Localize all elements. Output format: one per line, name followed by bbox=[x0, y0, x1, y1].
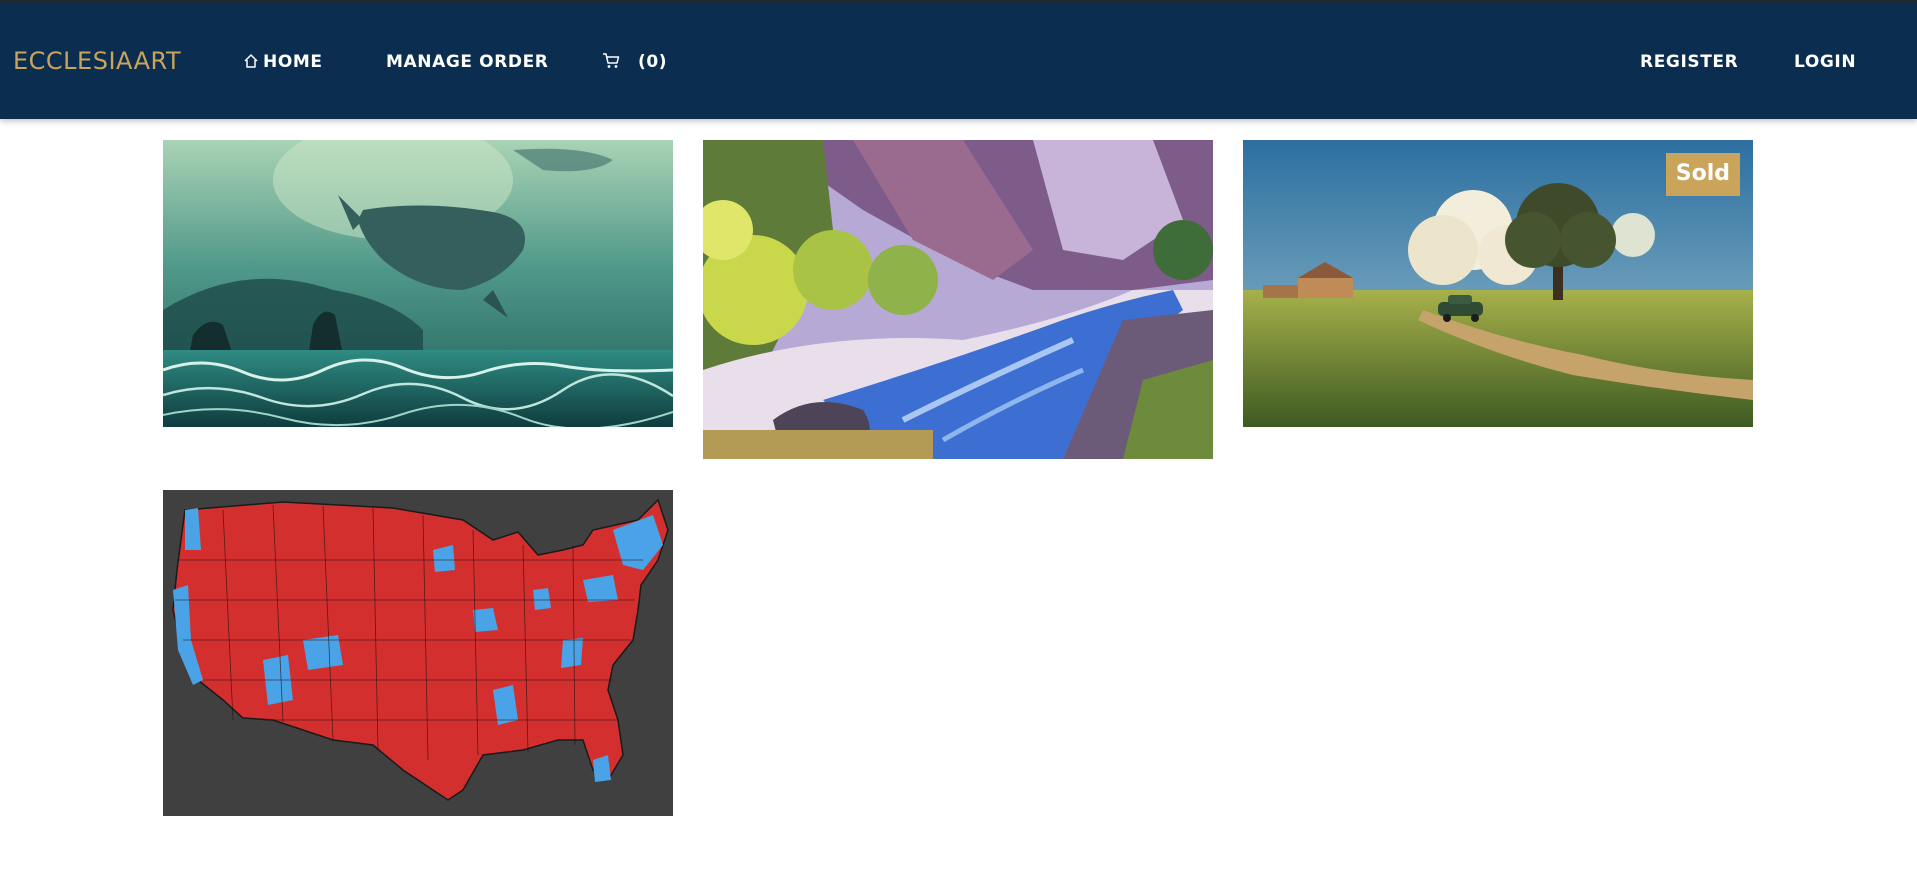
cart-count: (0) bbox=[638, 52, 668, 72]
artwork-card-countryside[interactable]: Sold bbox=[1243, 140, 1753, 427]
nav-manage-order[interactable]: MANAGE ORDER bbox=[386, 52, 549, 72]
us-map-image bbox=[163, 490, 673, 816]
brand-logo[interactable]: ECCLESIAART bbox=[13, 47, 181, 75]
nav-home[interactable]: HOME bbox=[243, 52, 323, 72]
cart-icon bbox=[603, 53, 620, 68]
nav-login[interactable]: LOGIN bbox=[1794, 52, 1856, 72]
river-painting-image bbox=[703, 140, 1213, 459]
home-icon bbox=[244, 54, 258, 68]
nav-home-label: HOME bbox=[263, 52, 323, 72]
nav-cart[interactable]: (0) bbox=[602, 52, 667, 72]
nav-register[interactable]: REGISTER bbox=[1640, 52, 1738, 72]
artwork-card-map[interactable] bbox=[163, 490, 673, 816]
artwork-card-river[interactable] bbox=[703, 140, 1213, 459]
artwork-card-whale[interactable] bbox=[163, 140, 673, 427]
sold-badge: Sold bbox=[1665, 153, 1740, 196]
whale-painting-image bbox=[163, 140, 673, 427]
navbar: ECCLESIAART HOME MANAGE ORDER (0) REGIST… bbox=[0, 3, 1917, 119]
